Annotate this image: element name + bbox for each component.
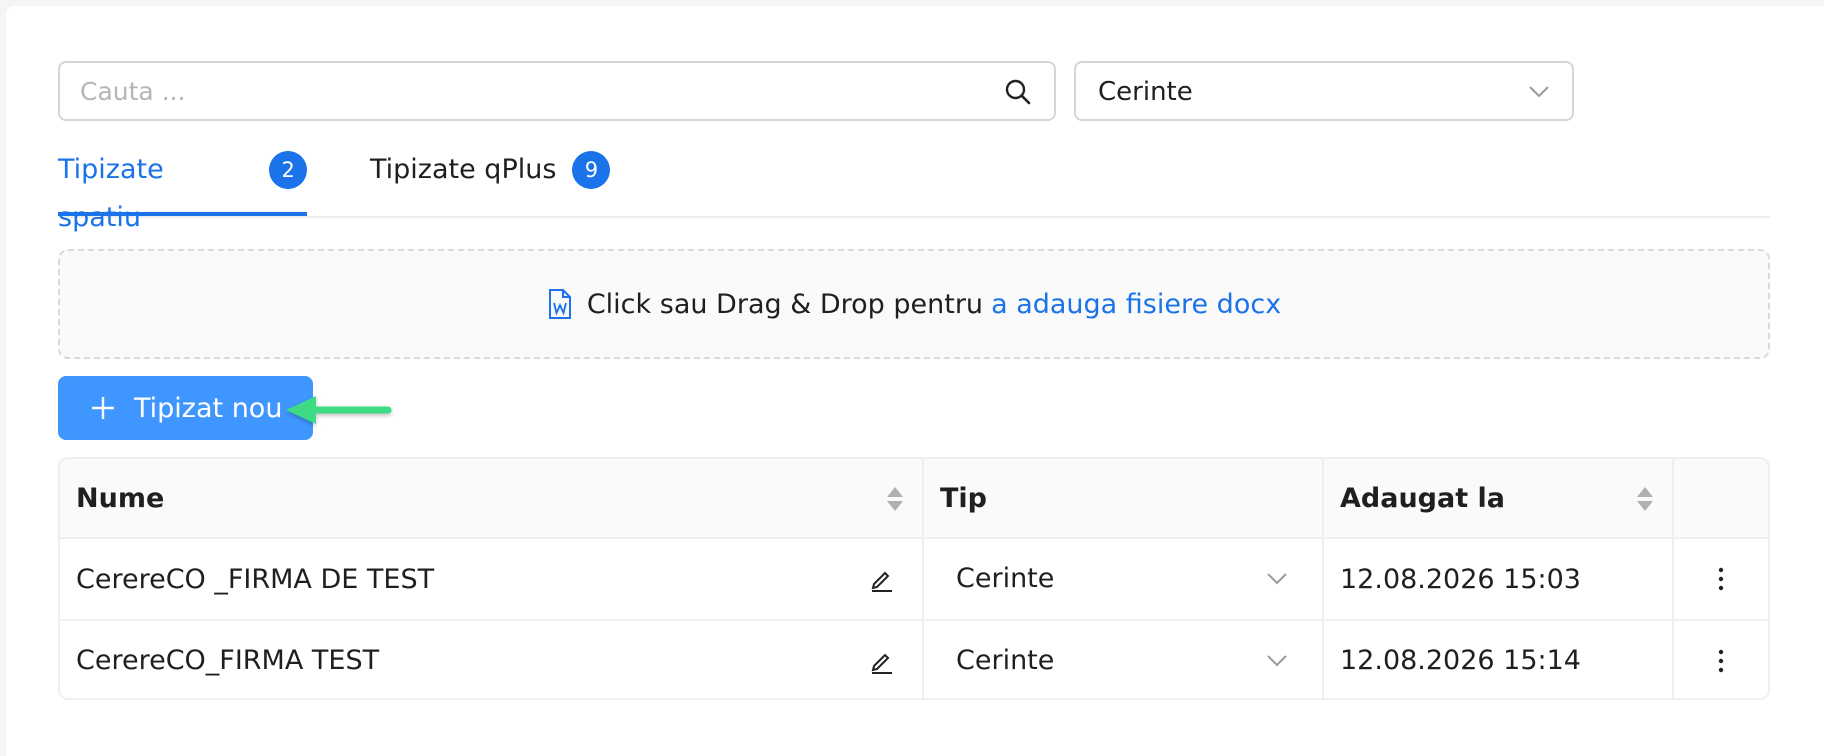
table-row: CerereCO _FIRMA DE TEST Cerinte 12.08.20… xyxy=(60,539,1768,621)
chevron-down-icon xyxy=(1529,86,1549,98)
row-type-value: Cerinte xyxy=(956,644,1055,676)
row-type-select[interactable]: Cerinte xyxy=(940,631,1304,689)
tab-count-badge: 2 xyxy=(269,151,307,189)
tab-label: Tipizate qPlus xyxy=(370,154,557,185)
header-name[interactable]: Nume xyxy=(60,459,924,537)
plus-icon xyxy=(92,397,114,419)
header-actions xyxy=(1674,459,1768,537)
row-name: CerereCO _FIRMA DE TEST xyxy=(76,563,435,595)
row-name-cell: CerereCO _FIRMA DE TEST xyxy=(60,539,924,619)
row-added: 12.08.2026 15:14 xyxy=(1340,645,1581,676)
annotation-arrow-icon xyxy=(286,396,392,424)
chevron-down-icon xyxy=(1267,655,1287,667)
header-type: Tip xyxy=(924,459,1324,537)
dropzone-link[interactable]: a adauga fisiere docx xyxy=(991,289,1281,320)
search-icon[interactable] xyxy=(1004,78,1032,106)
new-template-button[interactable]: Tipizat nou xyxy=(58,376,313,440)
table-header-row: Nume Tip Adaugat la xyxy=(60,459,1768,539)
header-added-label: Adaugat la xyxy=(1340,482,1505,514)
row-type-cell: Cerinte xyxy=(924,621,1324,698)
tab-bar: Tipizate spatiu 2 Tipizate qPlus 9 xyxy=(58,146,1770,233)
sort-icon[interactable] xyxy=(1636,485,1654,513)
edit-icon[interactable] xyxy=(868,565,896,593)
row-type-cell: Cerinte xyxy=(924,539,1324,619)
category-select-value: Cerinte xyxy=(1098,77,1193,107)
header-added[interactable]: Adaugat la xyxy=(1324,459,1674,537)
word-document-icon xyxy=(548,289,571,319)
tab-label: Tipizate spatiu xyxy=(58,154,164,233)
row-added-cell: 12.08.2026 15:03 xyxy=(1324,539,1674,619)
file-dropzone[interactable]: Click sau Drag & Drop pentru a adauga fi… xyxy=(58,249,1770,359)
tab-tipizate-qplus[interactable]: Tipizate qPlus 9 xyxy=(370,146,611,214)
more-vertical-icon[interactable] xyxy=(1717,565,1725,593)
templates-table: Nume Tip Adaugat la CerereCO _FIRMA DE T… xyxy=(58,457,1770,700)
search-input[interactable] xyxy=(80,71,980,111)
row-type-value: Cerinte xyxy=(956,562,1055,594)
tab-count-badge: 9 xyxy=(572,151,611,189)
table-row: CerereCO_FIRMA TEST Cerinte 12.08.2026 1… xyxy=(60,621,1768,698)
row-name: CerereCO_FIRMA TEST xyxy=(76,645,380,676)
row-added: 12.08.2026 15:03 xyxy=(1340,563,1581,595)
search-box[interactable] xyxy=(58,61,1056,121)
tab-tipizate-spatiu[interactable]: Tipizate spatiu 2 xyxy=(58,146,307,233)
header-type-label: Tip xyxy=(940,482,987,514)
edit-icon[interactable] xyxy=(868,647,896,675)
row-type-select[interactable]: Cerinte xyxy=(940,549,1304,607)
category-select[interactable]: Cerinte xyxy=(1074,61,1574,121)
chevron-down-icon xyxy=(1267,573,1287,585)
row-actions-cell xyxy=(1674,621,1768,698)
page-container: Cerinte Tipizate spatiu 2 Tipizate qPlus… xyxy=(6,6,1824,756)
row-name-cell: CerereCO_FIRMA TEST xyxy=(60,621,924,698)
dropzone-text: Click sau Drag & Drop pentru xyxy=(586,288,984,320)
row-actions-cell xyxy=(1674,539,1768,619)
row-added-cell: 12.08.2026 15:14 xyxy=(1324,621,1674,698)
new-template-button-label: Tipizat nou xyxy=(134,392,283,424)
sort-icon[interactable] xyxy=(886,485,904,513)
header-name-label: Nume xyxy=(76,482,165,514)
more-vertical-icon[interactable] xyxy=(1717,647,1725,675)
